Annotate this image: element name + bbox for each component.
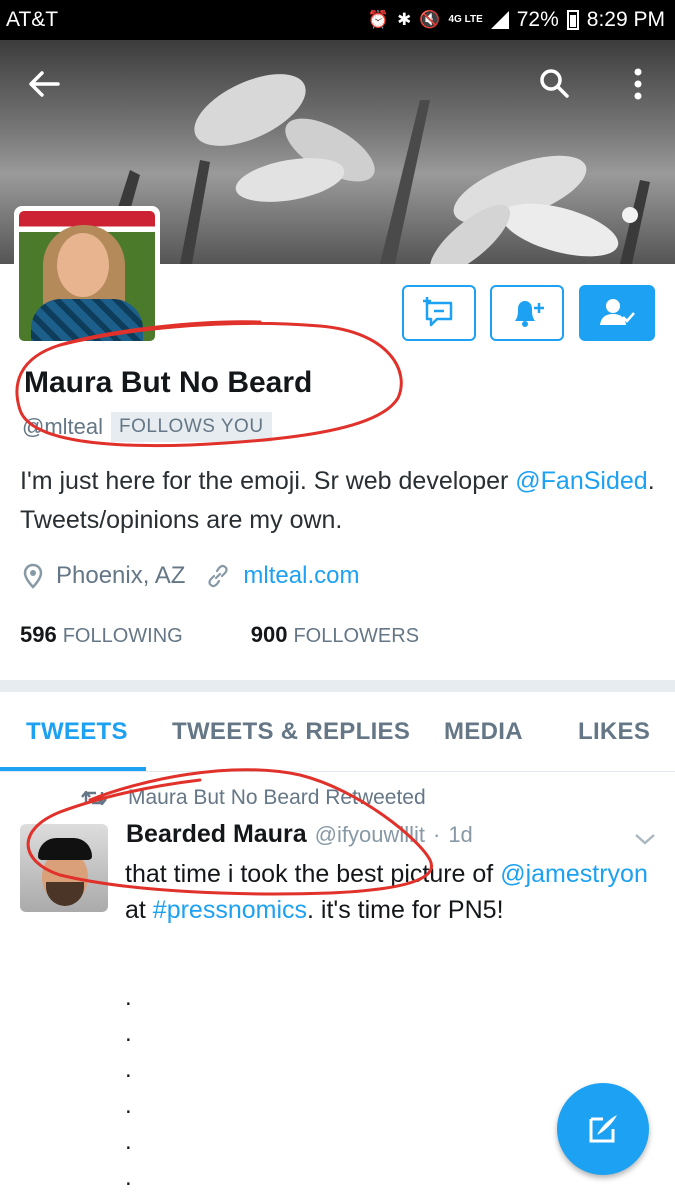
following-count: 596 — [20, 622, 57, 647]
tweet-author-name[interactable]: Bearded Maura — [126, 820, 307, 849]
tab-likes[interactable]: LIKES — [578, 718, 650, 746]
profile-handle: @mlteal — [22, 414, 104, 439]
tweet-dot: . — [125, 984, 132, 1011]
bell-plus-icon — [515, 301, 544, 327]
4g-lte-icon: 4G LTE — [448, 14, 483, 25]
more-options-button[interactable] — [616, 62, 660, 106]
bio-mention-link[interactable]: @FanSided — [515, 467, 647, 495]
chevron-down-icon — [635, 834, 655, 845]
tweet-text-1: that time i took the best picture of — [125, 860, 501, 888]
followers-label: FOLLOWERS — [293, 625, 420, 647]
status-icons: ⏰ ✱ 🔇 4G LTE 72% 8:29 PM — [368, 8, 665, 32]
tweet-text-2: at — [125, 896, 153, 924]
tweet-time-separator: · — [432, 822, 441, 847]
tweet-dot: . — [125, 1128, 132, 1155]
bio-text: I'm just here for the emoji. Sr web deve… — [20, 467, 516, 495]
tweet-time: 1d — [448, 822, 473, 847]
battery-percent: 72% — [516, 8, 559, 31]
notifications-button[interactable] — [490, 285, 564, 341]
tweet-dot: . — [125, 1164, 132, 1191]
bluetooth-icon: ✱ — [397, 10, 412, 29]
compose-icon — [589, 1115, 617, 1143]
clock: 8:29 PM — [586, 8, 665, 31]
profile-stats: 596 FOLLOWING 900 FOLLOWERS — [20, 622, 419, 648]
tweet-dot: . — [125, 1092, 132, 1119]
tweet-dots: . . . . . . — [125, 980, 132, 1196]
carrier-label: AT&T — [6, 8, 59, 31]
battery-icon — [566, 10, 579, 30]
retweet-context: Maura But No Beard Retweeted — [80, 786, 426, 810]
tweet-author-handle: @ifyouwillit — [314, 822, 425, 847]
handle-row: @mlteal FOLLOWS YOU — [22, 412, 272, 442]
tweet-text-3: . it's time for PN5! — [307, 896, 504, 924]
tweet-dot: . — [125, 1056, 132, 1083]
section-divider — [0, 680, 675, 692]
active-tab-indicator — [0, 767, 146, 771]
tweet-mention-link[interactable]: @jamestryon — [500, 860, 648, 888]
retweet-icon — [81, 790, 107, 806]
profile-meta: Phoenix, AZ mlteal.com — [22, 562, 359, 590]
tweet-hashtag-link[interactable]: #pressnomics — [153, 896, 307, 924]
location-text: Phoenix, AZ — [56, 562, 186, 589]
direct-message-icon — [423, 297, 453, 327]
arrow-left-icon — [29, 71, 60, 97]
status-bar: AT&T ⏰ ✱ 🔇 4G LTE 72% 8:29 PM — [0, 0, 675, 40]
tweet-text: that time i took the best picture of @ja… — [125, 856, 655, 928]
tab-tweets-replies[interactable]: TWEETS & REPLIES — [172, 718, 410, 746]
direct-message-button[interactable] — [402, 285, 476, 341]
link-icon — [208, 564, 229, 588]
following-stat[interactable]: 596 FOLLOWING — [20, 622, 183, 648]
profile-tabs: TWEETS TWEETS & REPLIES MEDIA LIKES — [0, 692, 675, 772]
search-icon — [540, 69, 569, 98]
back-button[interactable] — [22, 62, 66, 106]
following-label: FOLLOWING — [62, 625, 183, 647]
tab-tweets[interactable]: TWEETS — [26, 718, 128, 746]
followers-stat[interactable]: 900 FOLLOWERS — [251, 622, 419, 648]
tweet-header: Bearded Maura @ifyouwillit · 1d — [126, 820, 473, 849]
alarm-icon: ⏰ — [367, 10, 390, 29]
avatar-image — [19, 211, 155, 341]
follows-you-badge: FOLLOWS YOU — [111, 412, 272, 442]
profile-bio: I'm just here for the emoji. Sr web deve… — [20, 462, 660, 540]
profile-avatar[interactable] — [14, 206, 160, 346]
compose-tweet-button[interactable] — [557, 1083, 649, 1175]
mute-icon: 🔇 — [419, 10, 441, 29]
following-button[interactable] — [579, 285, 655, 341]
followers-count: 900 — [250, 622, 288, 647]
profile-name: Maura But No Beard — [24, 366, 313, 399]
tab-media[interactable]: MEDIA — [444, 718, 523, 746]
search-button[interactable] — [532, 62, 576, 106]
tweet-author-avatar[interactable] — [20, 824, 108, 912]
more-vertical-icon — [634, 68, 642, 100]
location-pin-icon — [23, 563, 43, 589]
user-check-icon — [600, 299, 635, 325]
retweet-label: Maura But No Beard Retweeted — [128, 786, 426, 809]
tweet-menu-button[interactable] — [634, 826, 656, 852]
signal-icon — [490, 11, 509, 29]
website-link[interactable]: mlteal.com — [243, 562, 359, 590]
tweet-dot: . — [125, 1020, 132, 1047]
